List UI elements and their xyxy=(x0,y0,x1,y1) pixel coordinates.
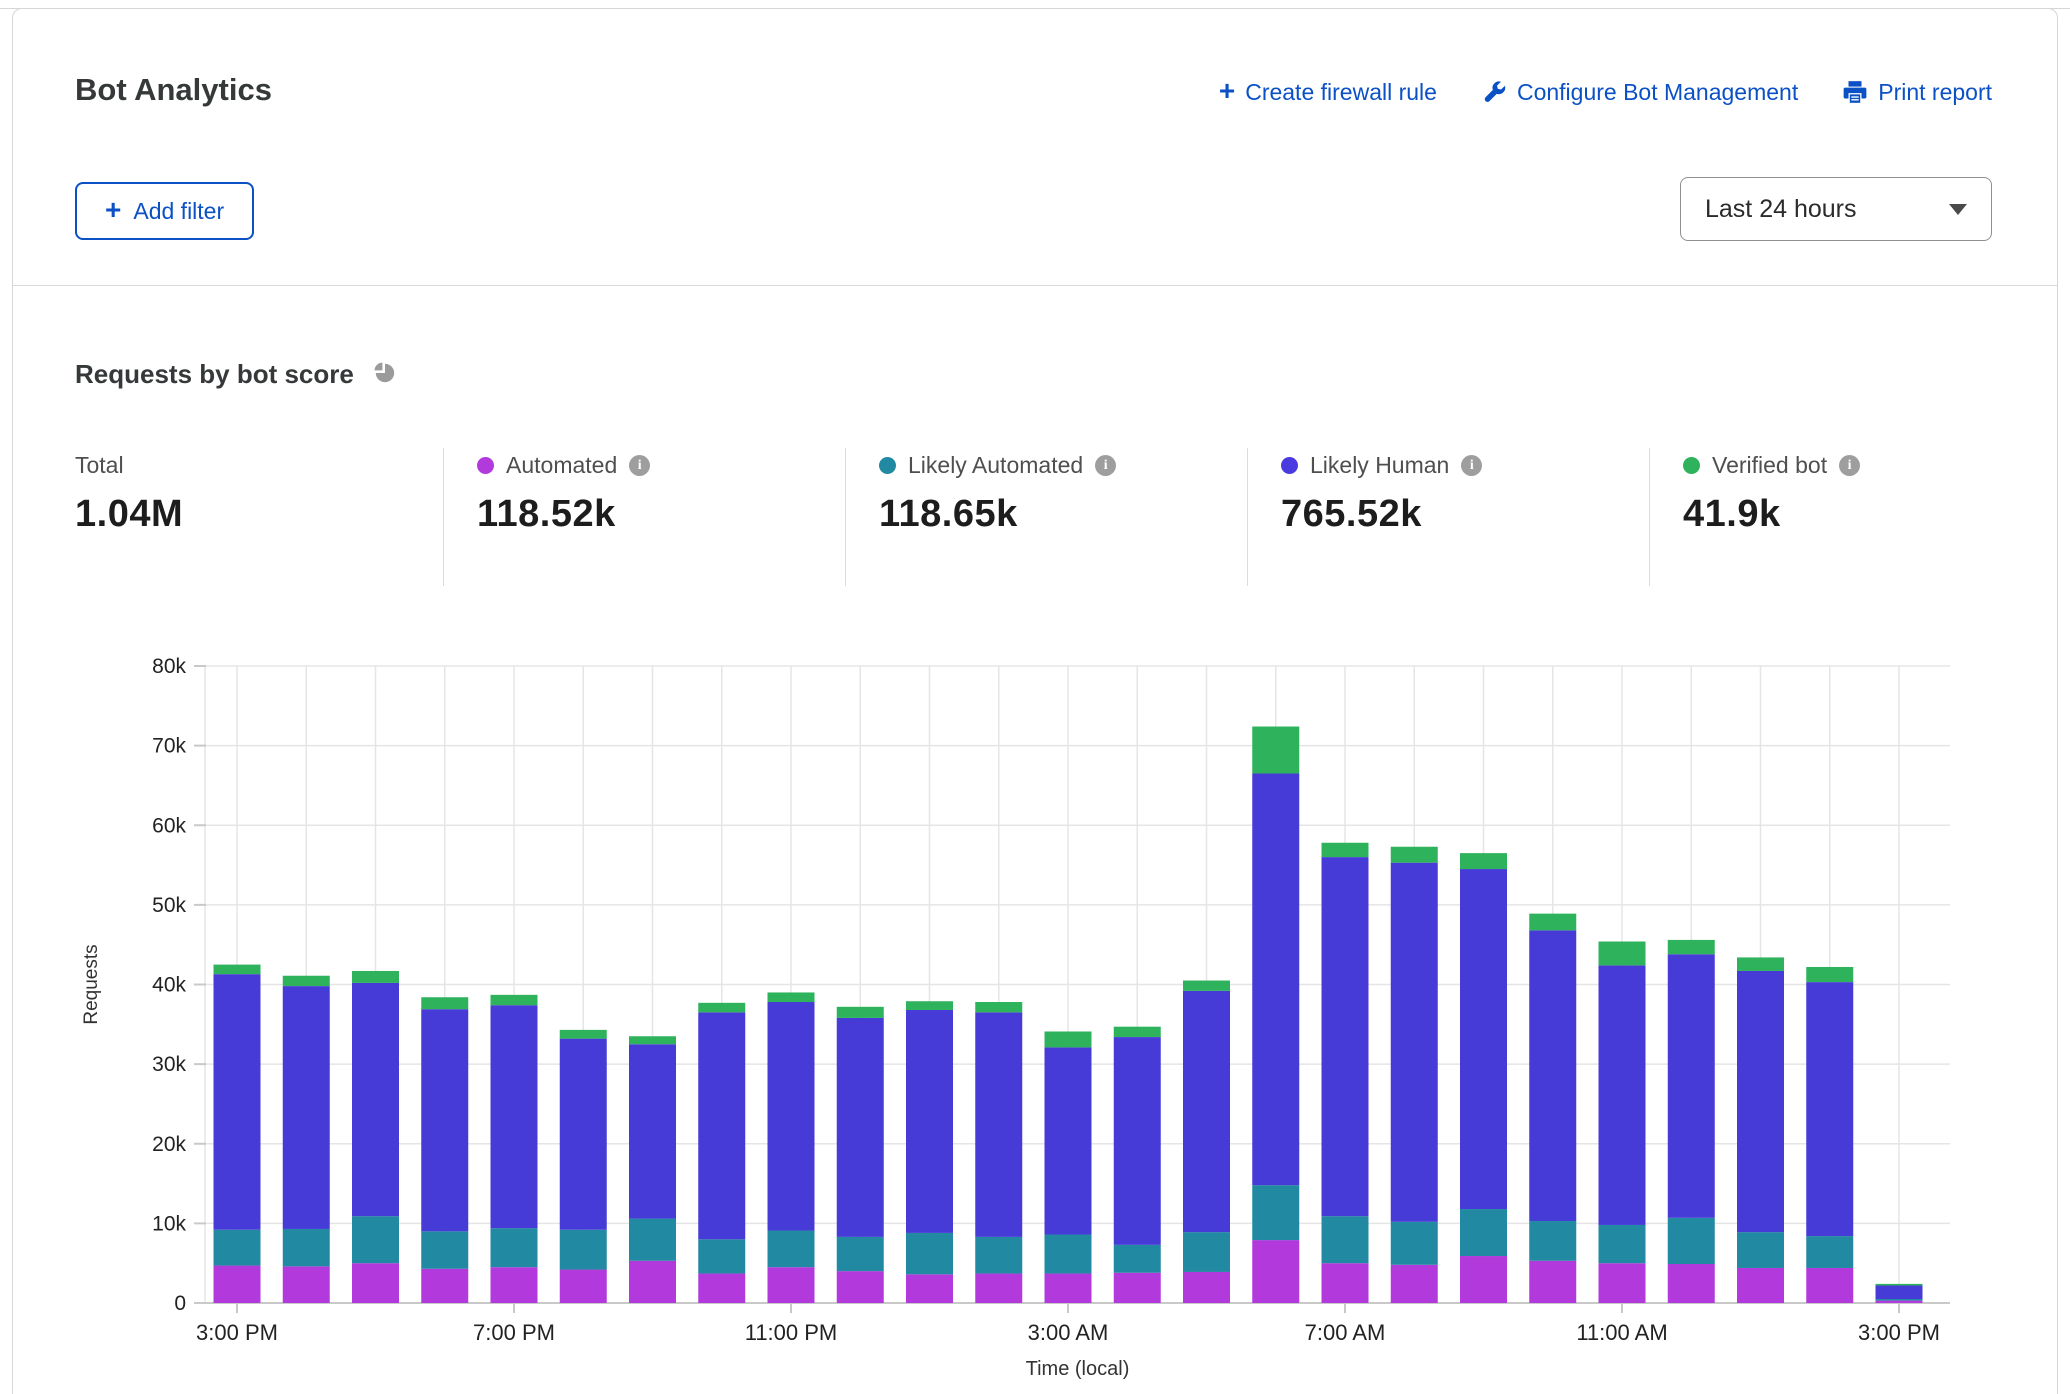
bar-3-00-AM[interactable] xyxy=(1045,1031,1092,1303)
y-axis-labels: 0 10k 20k 30k 40k 50k 60k 70k 80k xyxy=(152,655,206,1315)
svg-text:7:00 PM: 7:00 PM xyxy=(473,1320,555,1345)
svg-text:7:00 AM: 7:00 AM xyxy=(1305,1320,1386,1345)
requests-by-bot-score-chart: 0 10k 20k 30k 40k 50k 60k 70k 80k 3:00 PM 7:00 PM 1… xyxy=(0,0,2070,1394)
bar-5-00-AM[interactable] xyxy=(1183,981,1230,1303)
bar-7-00-PM[interactable] xyxy=(491,995,538,1303)
svg-text:30k: 30k xyxy=(152,1053,186,1076)
bar-4-00-AM[interactable] xyxy=(1114,1027,1161,1303)
bar-12-00-AM[interactable] xyxy=(837,1007,884,1303)
svg-text:50k: 50k xyxy=(152,894,186,917)
svg-text:40k: 40k xyxy=(152,974,186,997)
bar-11-00-AM[interactable] xyxy=(1599,942,1646,1303)
bar-3-00-PM[interactable] xyxy=(214,965,261,1303)
bar-4-00-PM[interactable] xyxy=(283,976,330,1303)
bar-2-00-PM[interactable] xyxy=(1806,967,1853,1303)
svg-text:60k: 60k xyxy=(152,814,186,837)
svg-text:80k: 80k xyxy=(152,655,186,678)
bar-8-00-AM[interactable] xyxy=(1391,847,1438,1303)
bar-5-00-PM[interactable] xyxy=(352,971,399,1303)
bar-10-00-AM[interactable] xyxy=(1529,914,1576,1303)
bar-6-00-PM[interactable] xyxy=(421,997,468,1303)
svg-text:70k: 70k xyxy=(152,735,186,758)
svg-text:10k: 10k xyxy=(152,1212,186,1235)
svg-text:11:00 AM: 11:00 AM xyxy=(1576,1320,1667,1345)
x-axis-title: Time (local) xyxy=(1026,1358,1130,1380)
bar-11-00-PM[interactable] xyxy=(768,992,815,1303)
svg-text:0: 0 xyxy=(174,1292,186,1315)
bar-2-00-AM[interactable] xyxy=(975,1002,1022,1303)
bar-6-00-AM[interactable] xyxy=(1252,727,1299,1303)
bar-7-00-AM[interactable] xyxy=(1322,843,1369,1303)
svg-text:3:00 PM: 3:00 PM xyxy=(1858,1320,1940,1345)
bar-1-00-PM[interactable] xyxy=(1737,957,1784,1303)
y-axis-title: Requests xyxy=(81,944,102,1024)
bar-10-00-PM[interactable] xyxy=(698,1003,745,1303)
bar-9-00-AM[interactable] xyxy=(1460,853,1507,1303)
bar-12-00-PM[interactable] xyxy=(1668,940,1715,1303)
svg-text:20k: 20k xyxy=(152,1133,186,1156)
svg-text:11:00 PM: 11:00 PM xyxy=(745,1320,838,1345)
bar-3-00-PM[interactable] xyxy=(1876,1284,1923,1303)
bar-8-00-PM[interactable] xyxy=(560,1030,607,1303)
bar-9-00-PM[interactable] xyxy=(629,1036,676,1303)
bot-analytics-page: Bot Analytics + Create firewall rule Con… xyxy=(0,0,2070,1394)
svg-text:3:00 AM: 3:00 AM xyxy=(1028,1320,1109,1345)
x-axis-labels: 3:00 PM 7:00 PM 11:00 PM 3:00 AM 7:00 AM 11:0… xyxy=(196,1303,1940,1345)
bar-1-00-AM[interactable] xyxy=(906,1001,953,1303)
svg-text:3:00 PM: 3:00 PM xyxy=(196,1320,278,1345)
